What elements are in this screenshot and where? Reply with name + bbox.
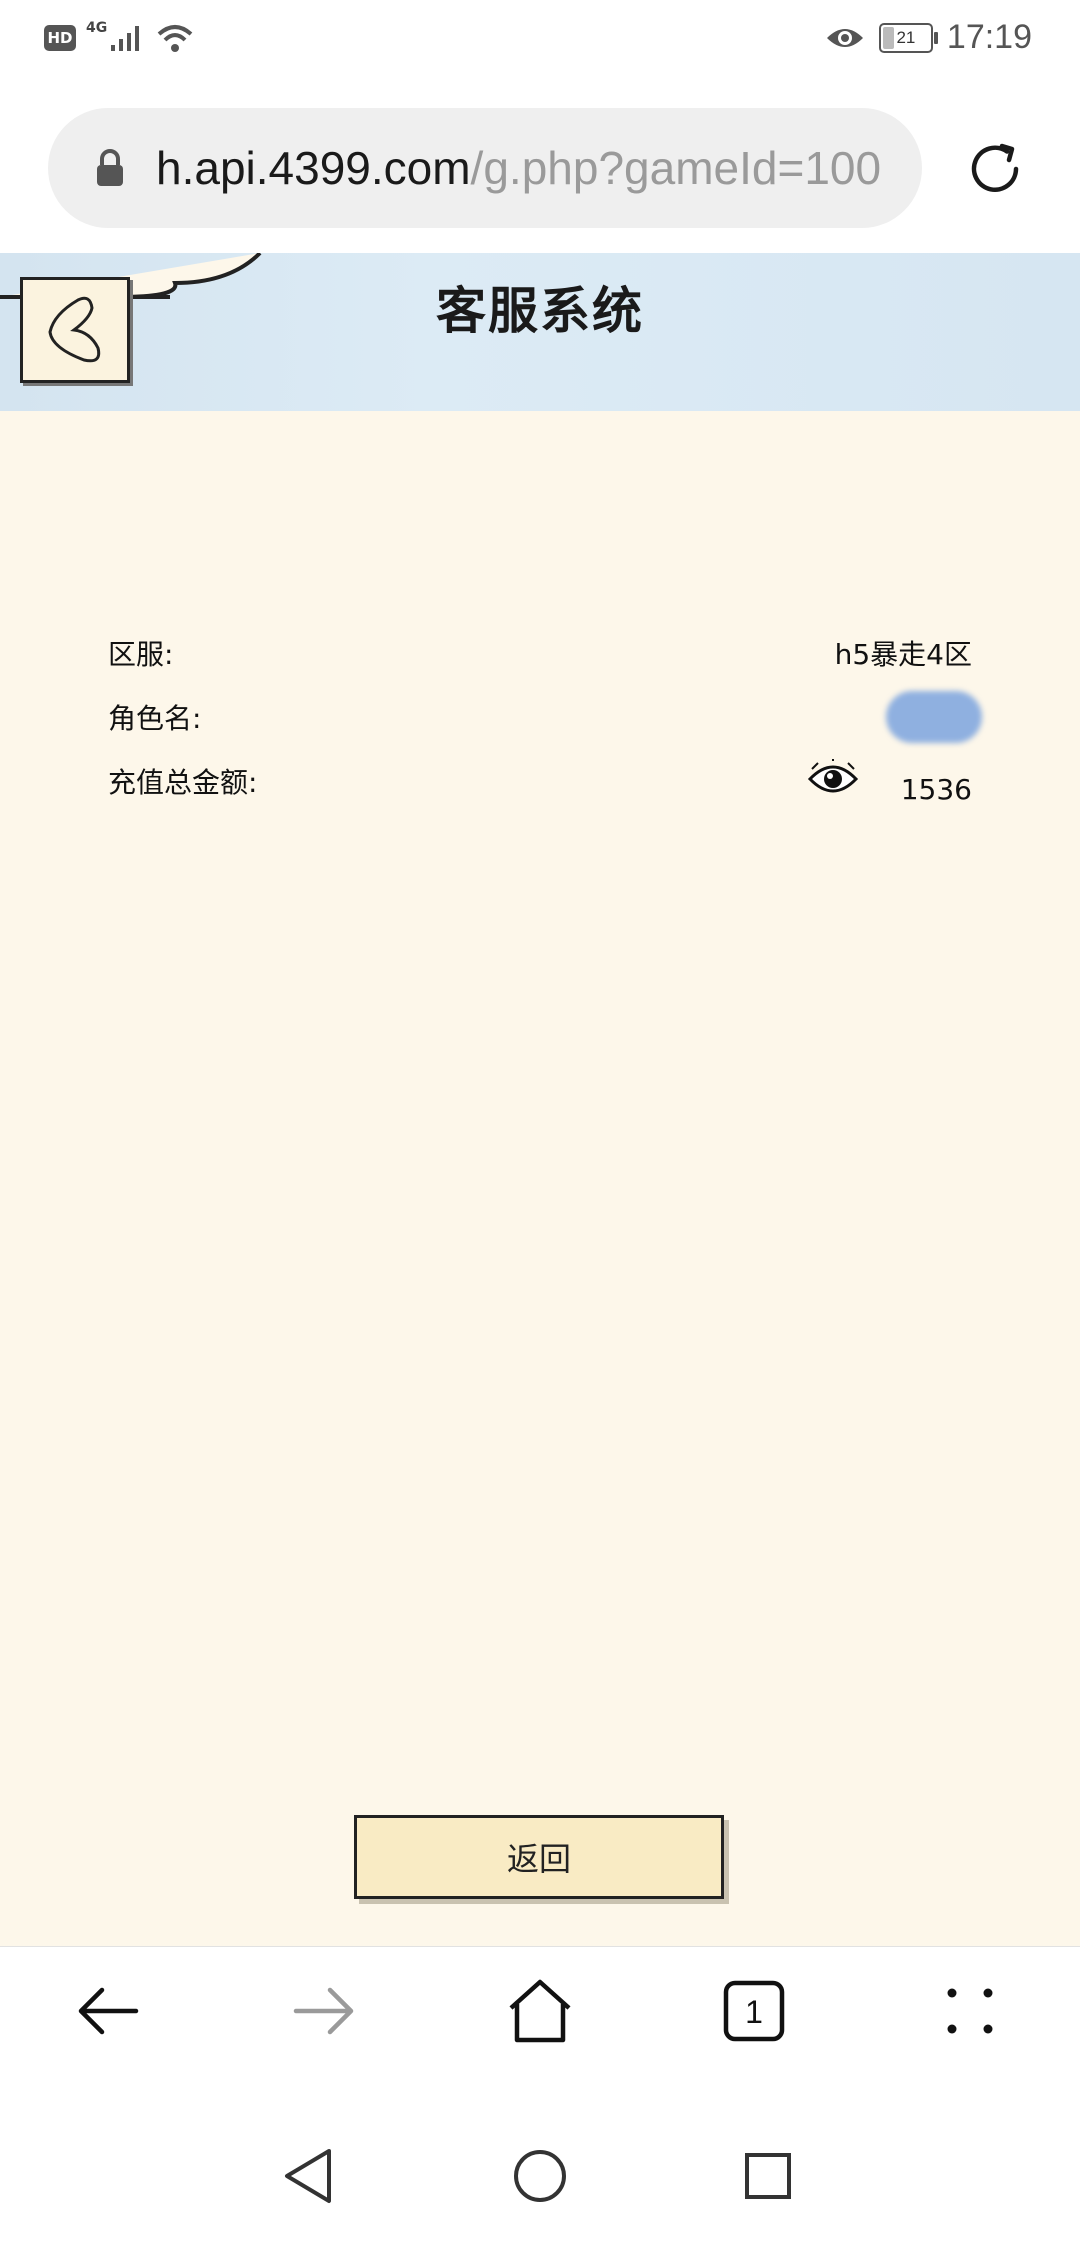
server-value: h5暴走4区 [834,638,972,671]
server-row: 区服: h5暴走4区 [108,621,972,685]
return-button[interactable]: 返回 [354,1815,724,1899]
url-host: h.api.4399.com [156,142,471,194]
browser-toolbar: h.api.4399.com/g.php?gameId=100 [0,88,1080,253]
role-row: 角色名: [108,685,982,749]
menu-button[interactable] [930,1971,1010,2051]
signal-icon [111,26,140,51]
recharge-label: 充值总金额: [108,766,258,799]
hd-icon: HD [44,25,76,51]
network-type: 4G [86,20,108,36]
forward-button[interactable] [284,1971,364,2051]
system-home-icon [514,2150,566,2202]
url-path: /g.php?gameId=100 [470,142,882,194]
redacted-role-name [886,691,982,743]
clock: 17:19 [946,18,1032,56]
reload-button[interactable] [960,134,1030,204]
tabs-button[interactable]: 1 [714,1971,794,2051]
back-arrow-icon [78,1987,139,2035]
back-button[interactable] [68,1971,148,2051]
battery-level: 21 [896,27,916,47]
tabs-icon: 1 [723,1980,785,2042]
page-title: 客服系统 [436,282,644,340]
system-back-icon [285,2149,331,2203]
home-icon [509,1979,571,2043]
system-recents-button[interactable] [738,2146,798,2206]
home-button[interactable] [500,1971,580,2051]
eye-toggle-icon[interactable] [808,759,858,799]
wifi-icon [157,25,193,52]
recharge-row: 充值总金额: 1536 [108,749,972,813]
system-back-button[interactable] [278,2146,338,2206]
address-bar[interactable]: h.api.4399.com/g.php?gameId=100 [48,108,922,228]
status-right: 21 17:19 [825,18,1032,57]
battery-icon: 21 [878,22,938,53]
account-info: 区服: h5暴走4区 角色名: 充值总金额: 1536 [108,621,982,813]
system-recents-icon [745,2153,791,2199]
role-label: 角色名: [108,702,202,735]
status-bar: HD 4G 21 17:19 [0,0,1080,88]
forward-arrow-icon [293,1987,354,2035]
system-navigation-bar [0,2066,1080,2244]
tab-count: 1 [745,1994,763,2030]
menu-icon [947,1988,993,2034]
web-page: 客服系统 区服: h5暴走4区 角色名: 充值总金额: 1536 返回 [0,253,1080,1946]
status-left: HD 4G [44,20,195,54]
page-header: 客服系统 [0,253,1080,411]
reload-icon [971,143,1019,192]
server-label: 区服: [108,638,174,671]
browser-bottom-bar: 1 [0,1946,1080,2067]
eye-icon [826,28,863,47]
system-home-button[interactable] [510,2146,570,2206]
recharge-value: 1536 [900,773,972,806]
url-text[interactable]: h.api.4399.com/g.php?gameId=100 [156,141,896,195]
lock-icon [90,145,130,191]
